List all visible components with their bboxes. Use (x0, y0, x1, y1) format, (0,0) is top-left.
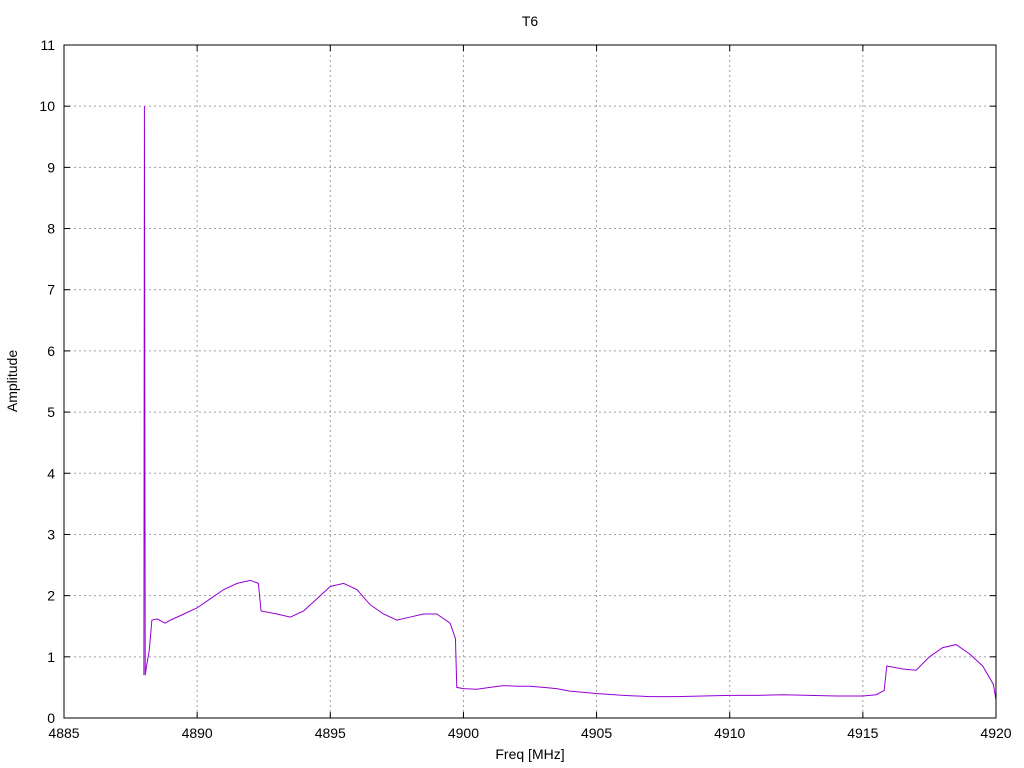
y-tick-label: 5 (47, 404, 55, 420)
x-tick-labels: 4885 4890 4895 4900 4905 4910 4915 4920 (48, 725, 1011, 741)
grid (64, 45, 996, 718)
series-line (143, 106, 997, 700)
plot-area (143, 106, 997, 700)
y-tick-label: 11 (40, 37, 55, 53)
x-tick-label: 4905 (581, 725, 612, 741)
chart-title: T6 (522, 13, 539, 29)
plot-frame (63, 44, 997, 719)
x-tick-label: 4890 (182, 725, 213, 741)
x-axis-label: Freq [MHz] (495, 746, 564, 762)
y-tick-label: 4 (47, 465, 55, 481)
axis-ticks (63, 44, 997, 719)
y-tick-label: 7 (47, 282, 55, 298)
x-tick-label: 4915 (847, 725, 878, 741)
y-tick-label: 9 (47, 159, 55, 175)
x-tick-label: 4885 (48, 725, 79, 741)
y-tick-label: 1 (47, 649, 55, 665)
x-tick-label: 4900 (448, 725, 479, 741)
x-tick-label: 4895 (315, 725, 346, 741)
y-tick-label: 8 (47, 221, 55, 237)
y-tick-labels: 0 1 2 3 4 5 6 7 8 9 10 11 (39, 37, 55, 726)
y-tick-label: 2 (47, 588, 55, 604)
y-tick-label: 10 (39, 98, 55, 114)
x-tick-label: 4920 (980, 725, 1011, 741)
y-tick-label: 0 (47, 710, 55, 726)
y-tick-label: 6 (47, 343, 55, 359)
x-tick-label: 4910 (714, 725, 745, 741)
y-axis-label: Amplitude (4, 350, 20, 412)
chart: 4885 4890 4895 4900 4905 4910 4915 4920 0 1 2 3 4 5 6… (4, 13, 1012, 762)
y-tick-label: 3 (47, 526, 55, 542)
